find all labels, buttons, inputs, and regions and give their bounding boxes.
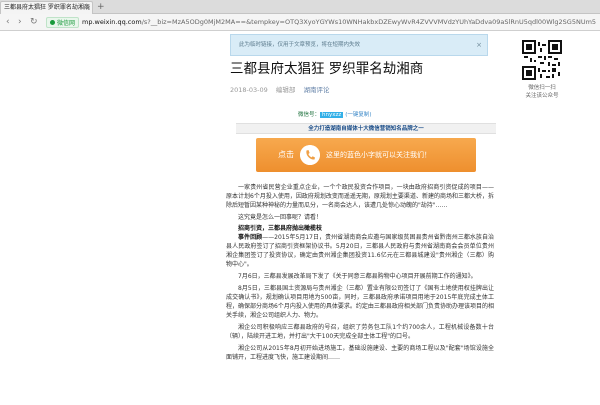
qr-code-icon — [522, 40, 562, 80]
close-icon[interactable]: × — [476, 35, 482, 55]
publish-date: 2018-03-09 — [230, 86, 268, 94]
wechat-id-row: 微信号： hnyxzz (一键复制) — [298, 112, 372, 118]
phone-icon — [300, 145, 320, 165]
banner-click-text: 点击 — [278, 150, 294, 159]
back-arrow-icon[interactable]: ‹ — [6, 16, 10, 28]
secure-badge: 微信网 — [46, 17, 80, 28]
reload-icon[interactable]: ↻ — [30, 16, 38, 28]
copy-link[interactable]: (一键复制) — [345, 112, 371, 118]
account-link[interactable]: 湖南评论 — [303, 86, 329, 94]
paragraph: 7月6日，三都县发展改革局下发了《关于同意三都县购物中心项目开展前期工作的通知》… — [238, 273, 477, 280]
article-source: 编辑部 — [275, 86, 296, 94]
url-path: /s?__biz=MzA5ODg0MjM2MA==&tempkey=OTQ3Xy… — [141, 18, 596, 26]
lock-icon — [50, 20, 55, 25]
wechat-id[interactable]: hnyxzz — [320, 112, 344, 118]
qr-caption: 微信扫一扫 关注该公众号 — [525, 85, 559, 99]
forward-arrow-icon[interactable]: › — [18, 16, 22, 28]
paragraph: 湘企公司积极响应三都县政府的号召，组织了劳务包工队1个约700余人，工程机械设备… — [226, 324, 494, 340]
tab-bar: 三都县府太猖狂 罗织罪名劫湘商 × + — [0, 0, 600, 14]
close-icon[interactable]: × — [85, 2, 91, 14]
paragraph: 8月5日，三都县国土资源局与贵州湘企（三都）置业有限公司签订了《国有土地使用权挂… — [226, 285, 494, 319]
tab-title: 三都县府太猖狂 罗织罪名劫湘商 — [4, 4, 90, 11]
page-title: 三都县府太猖狂 罗织罪名劫湘商 — [230, 61, 424, 77]
bottom-fade — [0, 394, 600, 405]
banner-follow-text: 这里的蓝色小字就可以关注我们！ — [326, 151, 431, 159]
paragraph: 湘企公司从2015年8月初开始进场施工，基础设施建设、主要的商场工程以及"配套"… — [226, 345, 494, 361]
url-host: mp.weixin.qq.com — [82, 18, 142, 26]
notice-text: 此为临时链接，仅用于文章预览，将在短期内失效 — [239, 42, 361, 48]
address-bar: ‹ › ↻ 微信网 mp.weixin.qq.com/s?__biz=MzA5O… — [0, 14, 600, 31]
slogan-bar: 全力打造湖南自媒体十大微信营销知名品牌之一 — [236, 123, 496, 134]
temporary-link-notice: 此为临时链接，仅用于文章预览，将在短期内失效 × — [230, 34, 488, 56]
paragraph: 事件回顾——2015年5月17日，贵州省湖南商会应邀与国家级贫困县贵州省黔南州三… — [226, 234, 494, 268]
follow-banner[interactable]: 点击 这里的蓝色小字就可以关注我们！ — [256, 138, 476, 172]
paragraph: 一家贵州省民营企业重点企业，一个个政民投资合作项目，一块由政府招商引资促成的项目… — [226, 184, 494, 209]
article-meta: 2018-03-09 编辑部 湖南评论 — [230, 86, 329, 95]
browser-tab[interactable]: 三都县府太猖狂 罗织罪名劫湘商 × — [0, 1, 93, 14]
paragraph: 这究竟是怎么一回事呢？请看！ — [238, 214, 323, 221]
new-tab-icon[interactable]: + — [97, 1, 105, 13]
article-body: 一家贵州省民营企业重点企业，一个个政民投资合作项目，一块由政府招商引资促成的项目… — [226, 183, 494, 363]
section-heading: 招商引资，三都县府抛出橄榄枝 — [238, 225, 323, 232]
url-field[interactable]: mp.weixin.qq.com/s?__biz=MzA5ODg0MjM2MA=… — [82, 17, 596, 28]
